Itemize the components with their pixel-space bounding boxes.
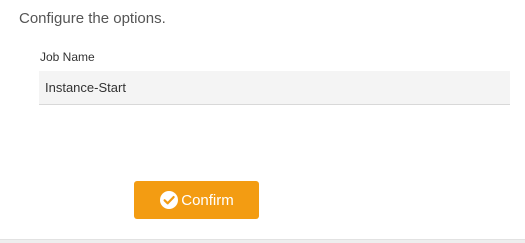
- confirm-button[interactable]: Confirm: [134, 181, 259, 219]
- confirm-button-label: Confirm: [181, 191, 234, 209]
- bottom-divider: [0, 239, 525, 243]
- job-name-label: Job Name: [40, 50, 95, 64]
- job-name-input[interactable]: [39, 71, 510, 105]
- form-heading: Configure the options.: [19, 10, 166, 27]
- check-circle-icon: [159, 190, 179, 210]
